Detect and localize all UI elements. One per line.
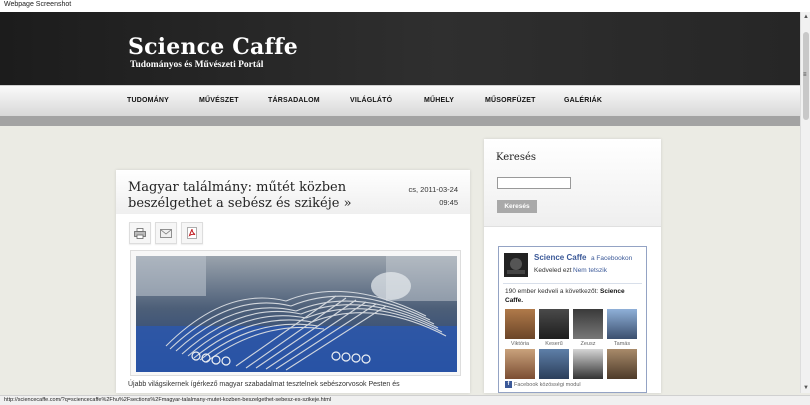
facebook-page-suffix: a Facebookon bbox=[591, 254, 633, 262]
pdf-icon bbox=[187, 227, 197, 239]
article-image[interactable] bbox=[130, 250, 461, 376]
search-block: Keresés Keresés bbox=[484, 139, 661, 227]
article-time-text: 09:45 bbox=[439, 198, 458, 207]
fan-item[interactable] bbox=[539, 349, 569, 379]
article-teaser: Újabb világsikernek ígérkező magyar szab… bbox=[128, 381, 400, 388]
fan-avatar bbox=[607, 309, 637, 339]
nav-item-muhely[interactable]: MŰHELY bbox=[424, 97, 454, 104]
fan-item[interactable] bbox=[607, 349, 637, 379]
site-subtitle: Tudományos és Művészeti Portál bbox=[130, 60, 264, 70]
article-header: Magyar találmány: műtét közben beszélget… bbox=[116, 170, 470, 214]
page-avatar[interactable] bbox=[504, 253, 528, 277]
article-card: Magyar találmány: műtét közben beszélget… bbox=[116, 170, 470, 393]
main-nav: TUDOMÁNY MŰVÉSZET TÁRSADALOM VILÁGLÁTÓ M… bbox=[0, 85, 800, 116]
scroll-grip-icon: ≡ bbox=[803, 72, 807, 78]
search-input[interactable] bbox=[497, 177, 571, 189]
print-button[interactable] bbox=[129, 222, 151, 244]
nav-item-musorfuzet[interactable]: MŰSORFÜZET bbox=[485, 97, 536, 104]
facebook-footer-text: Facebook közösségi modul bbox=[514, 381, 581, 388]
site-title[interactable]: Science Caffe bbox=[128, 34, 298, 60]
nav-item-vilaglato[interactable]: VILÁGLÁTÓ bbox=[350, 97, 392, 104]
email-icon bbox=[160, 228, 172, 238]
search-heading: Keresés bbox=[496, 152, 536, 163]
fan-avatar bbox=[539, 309, 569, 339]
facebook-page-link[interactable]: Science Caffe bbox=[534, 253, 586, 262]
fan-item[interactable]: Keserű bbox=[539, 309, 569, 347]
article-date-text: cs, 2011-03-24 bbox=[408, 185, 458, 194]
fan-name: Keserű bbox=[545, 341, 563, 347]
window-caption: Webpage Screenshot bbox=[0, 0, 810, 12]
search-button[interactable]: Keresés bbox=[497, 200, 537, 213]
nav-item-muveszet[interactable]: MŰVÉSZET bbox=[199, 97, 239, 104]
header-band bbox=[0, 116, 800, 126]
fan-avatar bbox=[573, 349, 603, 379]
status-bar: http://sciencecaffe.com/?q=sciencecaffe%… bbox=[0, 395, 810, 405]
liked-status-text: Kedveled ezt bbox=[534, 267, 572, 274]
fan-avatar bbox=[607, 349, 637, 379]
fan-item[interactable] bbox=[573, 349, 603, 379]
sidebar: Keresés Keresés Science Caffe a Facebook… bbox=[484, 139, 661, 393]
scroll-down-icon[interactable]: ▼ bbox=[803, 385, 809, 391]
facebook-like-box: Science Caffe a Facebookon Kedveled ezt … bbox=[498, 246, 647, 393]
fan-name: Viktória bbox=[510, 341, 530, 347]
nav-item-galeriak[interactable]: GALÉRIÁK bbox=[564, 97, 602, 104]
fan-avatar bbox=[539, 349, 569, 379]
nav-item-tudomany[interactable]: TUDOMÁNY bbox=[127, 97, 169, 104]
fan-count-text: 190 ember kedveli a következőt: Science … bbox=[505, 288, 643, 305]
site-header: Science Caffe Tudományos és Művészeti Po… bbox=[0, 12, 800, 85]
fan-count-label: 190 ember kedveli a következőt: bbox=[505, 288, 599, 295]
unlike-link[interactable]: Nem tetszik bbox=[573, 267, 607, 274]
printer-icon bbox=[134, 227, 146, 239]
fan-item[interactable]: Viktória bbox=[505, 309, 535, 347]
facebook-icon: f bbox=[505, 381, 512, 388]
fan-avatar bbox=[505, 309, 535, 339]
page-avatar-image bbox=[504, 253, 528, 277]
email-button[interactable] bbox=[155, 222, 177, 244]
surgical-instruments-photo bbox=[136, 256, 457, 372]
vertical-scrollbar[interactable]: ▲ ≡ ▼ bbox=[800, 12, 810, 393]
fan-name: Zeusz bbox=[580, 341, 596, 347]
scroll-up-icon[interactable]: ▲ bbox=[803, 14, 809, 20]
pdf-button[interactable] bbox=[181, 222, 203, 244]
facebook-footer[interactable]: f Facebook közösségi modul bbox=[505, 381, 581, 388]
facebook-divider bbox=[503, 283, 642, 284]
fan-name: Tamás bbox=[613, 341, 631, 347]
fan-avatar bbox=[505, 349, 535, 379]
fan-item[interactable] bbox=[505, 349, 535, 379]
nav-item-tarsadalom[interactable]: TÁRSADALOM bbox=[268, 97, 320, 104]
fan-item[interactable]: Tamás bbox=[607, 309, 637, 347]
article-date: cs, 2011-03-24 09:45 bbox=[409, 183, 458, 209]
fan-avatar bbox=[573, 309, 603, 339]
article-title[interactable]: Magyar találmány: műtét közben beszélget… bbox=[128, 180, 368, 212]
fan-item[interactable]: Zeusz bbox=[573, 309, 603, 347]
